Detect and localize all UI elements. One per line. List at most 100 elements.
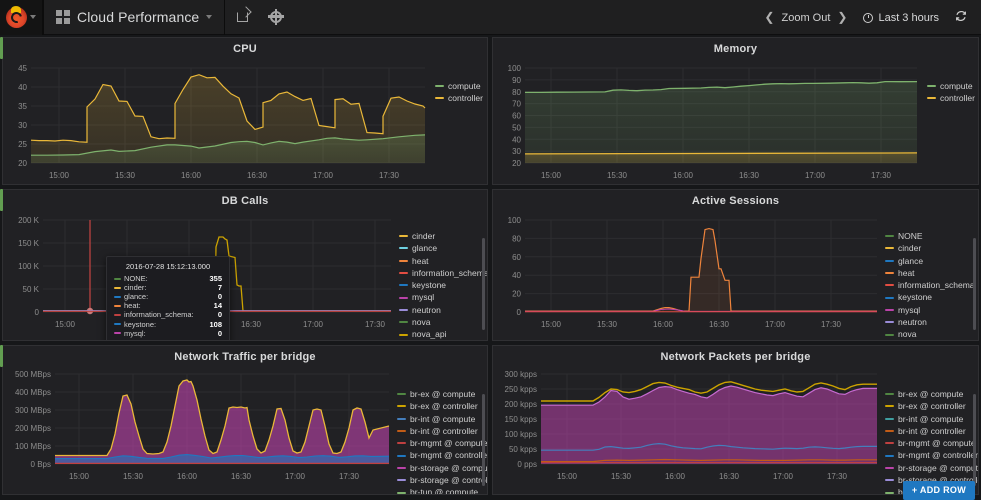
legend-label: heat [412, 255, 429, 266]
time-range-picker[interactable]: Last 3 hours [854, 12, 951, 24]
legend-item[interactable]: controller [435, 92, 483, 104]
svg-text:40: 40 [18, 83, 27, 92]
svg-text:150 kpps: 150 kpps [505, 415, 537, 424]
legend-scrollbar[interactable] [973, 394, 976, 486]
legend-item[interactable]: br-mgmt @ controller [885, 449, 978, 461]
panel-network-packets[interactable]: Network Packets per bridge 300 kpps 250 … [492, 345, 979, 495]
add-row-button[interactable]: + ADD ROW [902, 481, 975, 500]
tooltip-color-swatch [114, 304, 121, 307]
legend-color-swatch [927, 85, 936, 88]
legend-item[interactable]: br-tun @ compute [397, 486, 487, 494]
share-dashboard-button[interactable] [225, 0, 259, 35]
legend-item[interactable]: br-int @ compute [885, 413, 978, 425]
legend-item[interactable]: br-storage @ compute [397, 462, 487, 474]
legend-item[interactable]: mysql [399, 291, 487, 303]
legend-label: br-mgmt @ controller [410, 450, 488, 461]
legend-item[interactable]: br-ex @ compute [885, 388, 978, 400]
panel-cpu[interactable]: CPU 45 40 35 30 25 20 15:00 15:30 16:00 … [2, 37, 488, 185]
legend-scrollbar[interactable] [973, 238, 976, 330]
panel-title: Network Packets per bridge [660, 351, 811, 363]
legend-item[interactable]: br-storage @ controller [397, 474, 488, 486]
legend-item[interactable]: keystone [399, 279, 487, 291]
zoom-out-button[interactable]: Zoom Out [781, 12, 830, 24]
legend-item[interactable]: br-mgmt @ compute [885, 437, 978, 449]
svg-text:0: 0 [517, 308, 522, 317]
legend-item[interactable]: nova [885, 328, 975, 340]
legend-label: information_schema [898, 280, 975, 291]
tooltip-series-name: information_schema: [124, 310, 194, 320]
legend-label: br-storage @ controller [410, 475, 488, 486]
legend-item[interactable]: br-storage @ compute [885, 462, 978, 474]
legend-label: cinder [898, 243, 922, 254]
svg-text:80: 80 [512, 88, 521, 97]
refresh-button[interactable] [951, 10, 981, 25]
legend-item[interactable]: br-ex @ controller [397, 400, 487, 412]
legend-item[interactable]: nova [399, 316, 487, 328]
panel-db-calls[interactable]: DB Calls 200 K 150 K 100 K 50 K 0 15:00 … [2, 189, 488, 341]
legend-item[interactable]: information_schema [399, 267, 487, 279]
chevron-down-icon[interactable] [30, 15, 36, 19]
legend-item[interactable]: heat [399, 255, 487, 267]
grafana-logo-button[interactable] [0, 0, 43, 35]
dashboard-settings-button[interactable] [259, 0, 293, 35]
legend-item[interactable]: heat [885, 267, 975, 279]
legend-item[interactable]: nova_api [399, 328, 487, 340]
legend-item[interactable]: br-int @ controller [885, 425, 978, 437]
legend-scrollbar[interactable] [482, 238, 485, 330]
legend-item[interactable]: br-mgmt @ controller [397, 449, 488, 461]
tooltip-series-value: 108 [209, 319, 222, 329]
memory-series-controller-fill [525, 152, 917, 163]
svg-text:150 K: 150 K [18, 239, 40, 248]
legend-item[interactable]: cinder [885, 242, 975, 254]
panel-network-traffic[interactable]: Network Traffic per bridge 500 MBps 400 … [2, 345, 488, 495]
legend-label: neutron [412, 304, 441, 315]
svg-text:80: 80 [512, 234, 521, 243]
svg-text:15:00: 15:00 [541, 171, 562, 180]
chevron-down-icon[interactable] [206, 15, 213, 19]
legend-item[interactable]: br-int @ controller [397, 425, 487, 437]
legend-color-swatch [397, 417, 406, 420]
legend-item[interactable]: controller [927, 92, 975, 104]
legend-label: keystone [898, 292, 933, 303]
panel-memory[interactable]: Memory 100 90 80 70 60 50 40 30 20 15:00… [492, 37, 979, 185]
memory-xaxis-ticks: 15:00 15:30 16:00 16:30 17:00 17:30 [541, 171, 892, 180]
legend-color-swatch [885, 466, 894, 469]
row-handle[interactable] [0, 37, 3, 59]
dashboard-picker[interactable]: Cloud Performance [44, 0, 224, 35]
row-handle[interactable] [0, 345, 3, 367]
svg-text:15:30: 15:30 [115, 171, 136, 180]
svg-text:60: 60 [512, 112, 521, 121]
legend-item[interactable]: glance [885, 255, 975, 267]
svg-text:15:00: 15:00 [557, 472, 578, 481]
legend-item[interactable]: neutron [399, 304, 487, 316]
legend-scrollbar[interactable] [482, 394, 485, 486]
legend-item[interactable]: information_schema [885, 279, 975, 291]
legend-item[interactable]: neutron [885, 316, 975, 328]
svg-text:20: 20 [512, 290, 521, 299]
time-shift-forward-button[interactable]: ❯ [830, 0, 854, 35]
legend-label: cinder [412, 231, 436, 241]
legend-item[interactable]: br-ex @ compute [397, 388, 487, 400]
legend-item[interactable]: glance [399, 242, 487, 254]
legend-item[interactable]: br-ex @ controller [885, 400, 978, 412]
legend-item[interactable]: compute [927, 80, 975, 92]
legend-item[interactable]: keystone [885, 291, 975, 303]
legend-label: controller [940, 93, 975, 104]
legend-label: br-int @ controller [410, 425, 478, 436]
legend-item[interactable]: br-int @ compute [397, 413, 487, 425]
legend-label: br-int @ compute [898, 413, 964, 424]
db-calls-plot: 200 K 150 K 100 K 50 K 0 15:00 16:30 17:… [3, 208, 487, 340]
legend-item[interactable]: mysql [885, 304, 975, 316]
legend-item[interactable]: cinder [399, 230, 487, 242]
legend-item[interactable]: compute [435, 80, 483, 92]
cpu-legend: compute controller [435, 80, 483, 105]
legend-color-swatch [885, 296, 894, 299]
row-handle[interactable] [0, 189, 3, 211]
legend-label: br-ex @ compute [898, 389, 964, 399]
legend-item[interactable]: br-mgmt @ compute [397, 437, 487, 449]
panel-active-sessions[interactable]: Active Sessions 100 80 60 40 20 0 15:00 … [492, 189, 979, 341]
svg-text:15:30: 15:30 [611, 472, 632, 481]
svg-text:17:30: 17:30 [339, 472, 360, 481]
time-shift-back-button[interactable]: ❮ [757, 0, 781, 35]
legend-item[interactable]: NONE [885, 230, 975, 242]
